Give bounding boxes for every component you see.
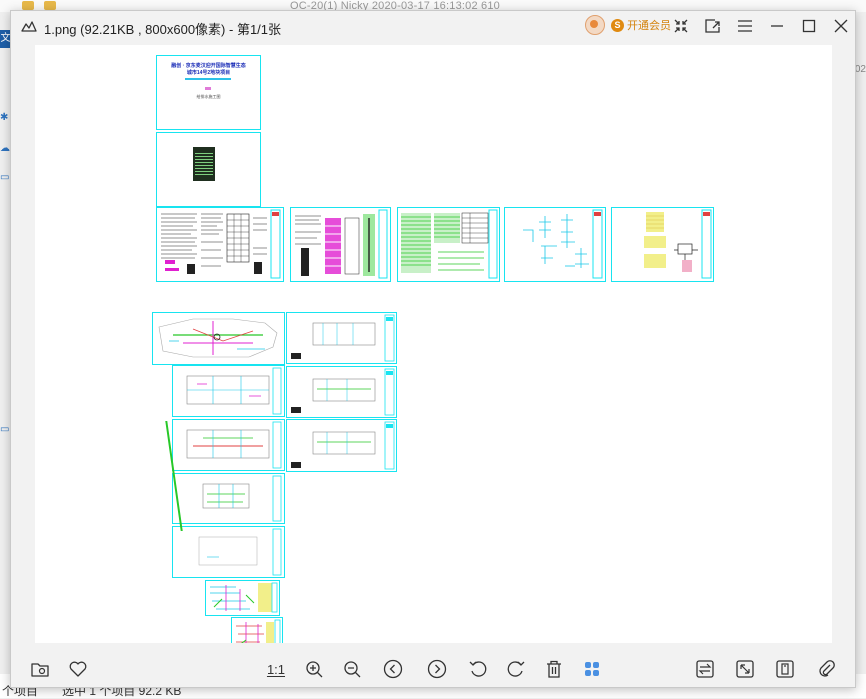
- minimize-icon: [771, 25, 783, 27]
- delete-button[interactable]: [542, 657, 566, 681]
- fit-window-button[interactable]: [669, 15, 693, 37]
- drawing-sheet-details-1: [504, 207, 606, 282]
- open-vip-label: 开通会员: [627, 20, 671, 32]
- heart-icon: [69, 661, 87, 677]
- maximize-icon: [802, 19, 816, 33]
- cover-title-line1: 融创 · 京东麦汉迎开国际智慧生态: [171, 63, 246, 69]
- drawing-cover-sheet: 融创 · 京东麦汉迎开国际智慧生态 城市14号2地块项目 给排水施工图: [156, 55, 261, 130]
- drawing-site-plan: [152, 312, 285, 365]
- drawing-content: [186, 367, 282, 415]
- bottom-toolbar: 1:1: [11, 651, 855, 687]
- image-info-button[interactable]: [773, 657, 797, 681]
- resize-icon: [736, 660, 754, 678]
- rotate-right-icon: [507, 661, 525, 677]
- hamburger-icon: [738, 20, 752, 32]
- open-folder-button[interactable]: [28, 657, 52, 681]
- drawing-roof-plan: [172, 526, 285, 578]
- close-icon: [834, 19, 848, 33]
- drive-icon: ▭: [0, 424, 10, 435]
- zoom-out-button[interactable]: [340, 657, 364, 681]
- drawing-content: [236, 619, 281, 643]
- avatar[interactable]: [585, 15, 605, 35]
- chevron-right-icon: [427, 659, 447, 679]
- vip-badge-icon: S: [611, 18, 624, 32]
- drawing-content: [523, 209, 603, 279]
- zoom-in-button[interactable]: [302, 657, 326, 681]
- trash-icon: [547, 660, 561, 678]
- grid-icon: [585, 662, 599, 676]
- drawing-content: [291, 368, 395, 416]
- paperclip-icon: [819, 660, 835, 677]
- drawing-content: [198, 528, 282, 576]
- image-viewer-window: 1.png (92.21KB , 800x600像素) - 第1/1张 S 开通…: [10, 10, 856, 688]
- actual-size-label: 1:1: [266, 661, 286, 677]
- drawing-system-diagram-2: [231, 617, 283, 643]
- drawing-floor-plan-1f: [172, 419, 285, 471]
- drawing-floor-plan-a1: [286, 312, 397, 364]
- actual-size-button[interactable]: 1:1: [264, 657, 288, 681]
- drawing-index-sheet: [156, 132, 261, 207]
- menu-button[interactable]: [733, 15, 757, 37]
- close-button[interactable]: [829, 15, 853, 37]
- info-panel-icon: [776, 660, 794, 678]
- minimize-button[interactable]: [765, 15, 789, 37]
- next-image-button[interactable]: [425, 657, 449, 681]
- open-with-button[interactable]: [701, 15, 725, 37]
- drawing-floor-plan-a2: [286, 366, 397, 418]
- drawing-sheet-notes-2: [290, 207, 391, 282]
- drawing-content: [295, 209, 388, 279]
- rotate-right-button[interactable]: [504, 657, 528, 681]
- more-tools-button[interactable]: [815, 657, 839, 681]
- drawing-content: [186, 421, 282, 469]
- previous-image-button[interactable]: [381, 657, 405, 681]
- thumbnails-button[interactable]: [580, 657, 604, 681]
- drawing-floor-plan-b1: [172, 365, 285, 417]
- convert-format-button[interactable]: [693, 657, 717, 681]
- rotate-left-icon: [469, 661, 487, 677]
- cover-subtitle: 给排水施工图: [196, 94, 221, 99]
- collapse-arrows-icon: [674, 19, 688, 33]
- chevron-left-icon: [383, 659, 403, 679]
- cloud-icon: ☁: [0, 143, 10, 154]
- rotate-left-button[interactable]: [466, 657, 490, 681]
- cover-date-line: [185, 78, 231, 80]
- window-title: 1.png (92.21KB , 800x600像素) - 第1/1张: [44, 22, 282, 37]
- drawing-sheet-schedule: [397, 207, 500, 282]
- cover-mark: [205, 87, 211, 90]
- drawing-content: [291, 314, 395, 362]
- drawing-content: [158, 318, 278, 358]
- favorite-button[interactable]: [66, 657, 90, 681]
- folder-icon: [22, 1, 34, 10]
- vip-promo[interactable]: S 开通会员: [585, 15, 675, 35]
- background-right-text: 02: [854, 64, 866, 75]
- zoom-in-icon: [306, 661, 323, 678]
- convert-icon: [696, 660, 714, 678]
- image-file-icon: [21, 21, 37, 32]
- zoom-out-icon: [344, 661, 361, 678]
- drawing-content: [161, 209, 281, 279]
- share-out-icon: [705, 19, 720, 33]
- drawing-sheet-notes-1: [156, 207, 284, 282]
- pin-icon: ✱: [0, 112, 9, 123]
- drawing-system-diagram-1: [205, 580, 280, 616]
- resize-button[interactable]: [733, 657, 757, 681]
- monitor-icon: ▭: [0, 172, 10, 183]
- image-canvas[interactable]: 融创 · 京东麦汉迎开国际智慧生态 城市14号2地块项目 给排水施工图: [35, 45, 832, 643]
- index-table: [193, 147, 215, 181]
- cover-title-line2: 城市14号2地块项目: [186, 70, 231, 76]
- drawing-content: [291, 421, 395, 470]
- open-vip-button[interactable]: S 开通会员: [609, 17, 675, 33]
- maximize-button[interactable]: [797, 15, 821, 37]
- folder-icon: [31, 663, 49, 677]
- title-bar[interactable]: 1.png (92.21KB , 800x600像素) - 第1/1张 S 开通…: [11, 11, 855, 41]
- drawing-content: [210, 582, 278, 613]
- drawing-content: [401, 209, 498, 279]
- folder-icon: [44, 1, 56, 10]
- drawing-floor-plan-a3: [286, 419, 397, 472]
- drawing-sheet-details-2: [611, 207, 714, 282]
- drawing-content: [644, 209, 712, 279]
